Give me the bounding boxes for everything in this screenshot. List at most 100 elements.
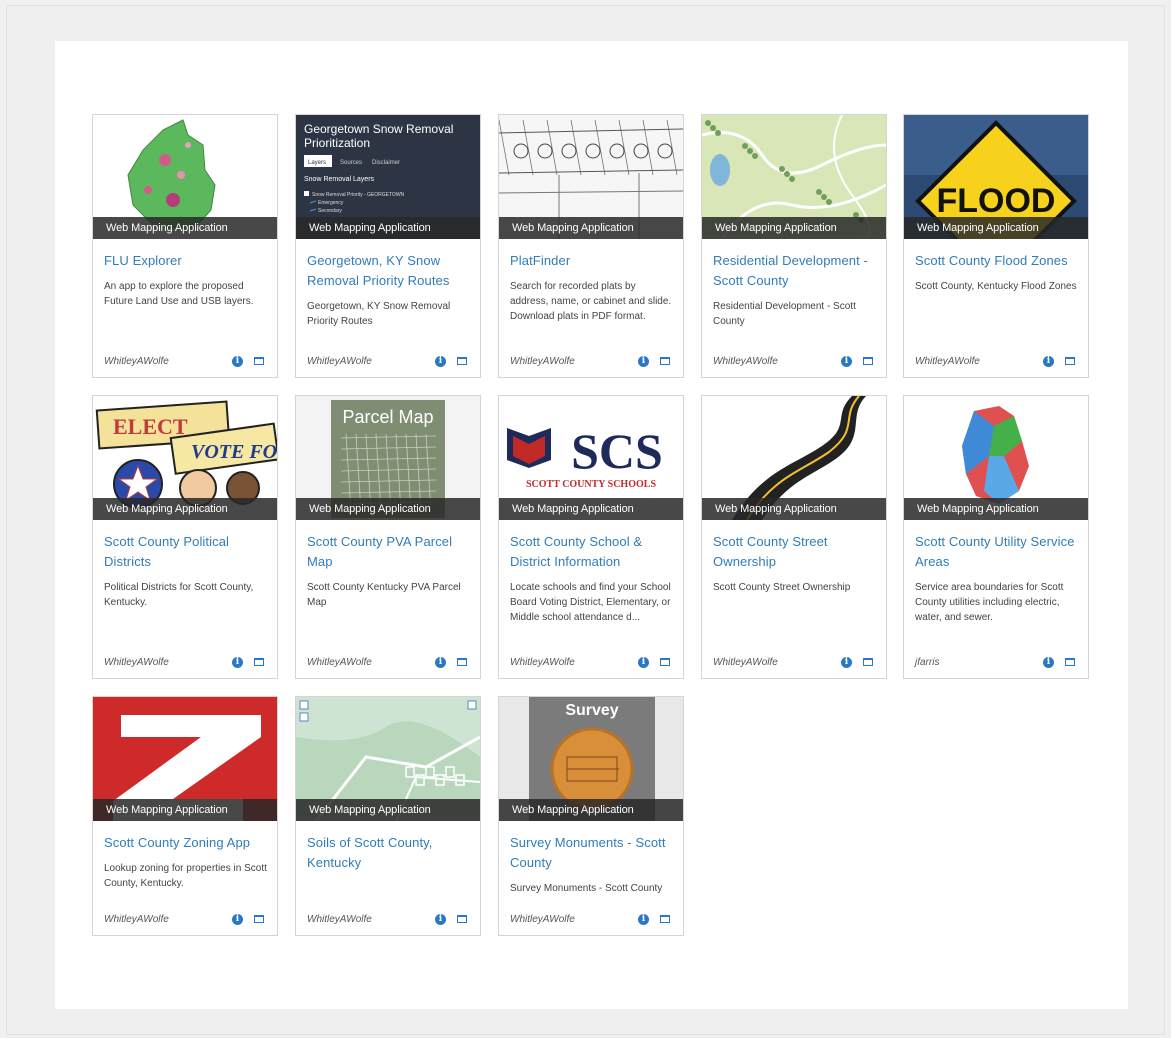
card-title-link[interactable]: Soils of Scott County, Kentucky (307, 833, 470, 873)
owner-name[interactable]: WhitleyAWolfe (307, 657, 372, 669)
card-thumbnail[interactable]: Web Mapping Application (93, 115, 277, 239)
card-thumbnail[interactable]: Georgetown Snow Removal Prioritization L… (296, 115, 480, 239)
card-title-link[interactable]: PlatFinder (510, 251, 673, 271)
card-footer: WhitleyAWolfe i (307, 914, 470, 926)
info-icon[interactable]: i (232, 914, 243, 925)
gallery-card[interactable]: Web Mapping Application Scott County Zon… (92, 696, 278, 936)
item-type-label: Web Mapping Application (904, 217, 1088, 239)
card-title-link[interactable]: Scott County Utility Service Areas (915, 532, 1078, 572)
owner-name[interactable]: WhitleyAWolfe (307, 914, 372, 926)
card-thumbnail[interactable]: FLOOD Web Mapping Application (904, 115, 1088, 239)
info-icon[interactable]: i (435, 657, 446, 668)
gallery-card[interactable]: Survey Web Mapping Application Survey Mo… (498, 696, 684, 936)
info-icon[interactable]: i (435, 356, 446, 367)
card-title-link[interactable]: Scott County Flood Zones (915, 251, 1078, 271)
card-title-link[interactable]: Survey Monuments - Scott County (510, 833, 673, 873)
open-app-icon[interactable] (254, 658, 264, 666)
owner-name[interactable]: WhitleyAWolfe (510, 914, 575, 926)
owner-name[interactable]: WhitleyAWolfe (510, 657, 575, 669)
owner-name[interactable]: WhitleyAWolfe (915, 356, 980, 368)
open-app-icon[interactable] (863, 357, 873, 365)
info-icon[interactable]: i (841, 356, 852, 367)
card-thumbnail[interactable]: ELECT VOTE FO Web Mapping Application (93, 396, 277, 520)
item-type-label: Web Mapping Application (296, 498, 480, 520)
info-icon[interactable]: i (232, 657, 243, 668)
open-app-icon[interactable] (1065, 357, 1075, 365)
card-footer: WhitleyAWolfe i (713, 356, 876, 368)
owner-name[interactable]: jfarris (915, 657, 939, 669)
owner-name[interactable]: WhitleyAWolfe (307, 356, 372, 368)
item-type-label: Web Mapping Application (499, 498, 683, 520)
card-title-link[interactable]: Scott County School & District Informati… (510, 532, 673, 572)
gallery-card[interactable]: Web Mapping Application FLU Explorer An … (92, 114, 278, 378)
owner-name[interactable]: WhitleyAWolfe (104, 914, 169, 926)
owner-name[interactable]: WhitleyAWolfe (510, 356, 575, 368)
item-type-label: Web Mapping Application (296, 799, 480, 821)
info-icon[interactable]: i (1043, 356, 1054, 367)
item-type-label: Web Mapping Application (93, 217, 277, 239)
item-type-label: Web Mapping Application (93, 799, 277, 821)
gallery-card[interactable]: Web Mapping Application Soils of Scott C… (295, 696, 481, 936)
card-description: Scott County Kentucky PVA Parcel Map (307, 582, 461, 608)
item-type-label: Web Mapping Application (499, 217, 683, 239)
card-description: Political Districts for Scott County, Ke… (104, 582, 254, 608)
info-icon[interactable]: i (638, 914, 649, 925)
gallery-card[interactable]: SCS SCOTT COUNTY SCHOOLS Web Mapping App… (498, 395, 684, 679)
item-type-label: Web Mapping Application (904, 498, 1088, 520)
card-thumbnail[interactable]: Web Mapping Application (702, 396, 886, 520)
gallery-card[interactable]: Web Mapping Application PlatFinder Searc… (498, 114, 684, 378)
card-footer: WhitleyAWolfe i (104, 914, 267, 926)
info-icon[interactable]: i (1043, 657, 1054, 668)
card-description: Search for recorded plats by address, na… (510, 281, 672, 322)
card-thumbnail[interactable]: Web Mapping Application (93, 697, 277, 821)
info-icon[interactable]: i (435, 914, 446, 925)
info-icon[interactable]: i (232, 356, 243, 367)
card-thumbnail[interactable]: Web Mapping Application (499, 115, 683, 239)
info-icon[interactable]: i (638, 356, 649, 367)
card-footer: WhitleyAWolfe i (915, 356, 1078, 368)
card-title-link[interactable]: FLU Explorer (104, 251, 267, 271)
open-app-icon[interactable] (660, 357, 670, 365)
gallery-card[interactable]: Georgetown Snow Removal Prioritization L… (295, 114, 481, 378)
open-app-icon[interactable] (1065, 658, 1075, 666)
owner-name[interactable]: WhitleyAWolfe (713, 356, 778, 368)
svg-text:ELECT: ELECT (113, 414, 188, 439)
card-footer: WhitleyAWolfe i (713, 657, 876, 669)
owner-name[interactable]: WhitleyAWolfe (104, 657, 169, 669)
info-icon[interactable]: i (638, 657, 649, 668)
gallery-card[interactable]: FLOOD Web Mapping Application Scott Coun… (903, 114, 1089, 378)
open-app-icon[interactable] (660, 915, 670, 923)
open-app-icon[interactable] (863, 658, 873, 666)
info-icon[interactable]: i (841, 657, 852, 668)
open-app-icon[interactable] (457, 357, 467, 365)
svg-text:Layers: Layers (308, 160, 326, 166)
open-app-icon[interactable] (254, 915, 264, 923)
open-app-icon[interactable] (457, 658, 467, 666)
gallery-card[interactable]: Web Mapping Application Scott County Str… (701, 395, 887, 679)
card-thumbnail[interactable]: Web Mapping Application (904, 396, 1088, 520)
card-title-link[interactable]: Residential Development - Scott County (713, 251, 876, 291)
card-title-link[interactable]: Scott County Zoning App (104, 833, 267, 853)
card-thumbnail[interactable]: Web Mapping Application (702, 115, 886, 239)
card-thumbnail[interactable]: Web Mapping Application (296, 697, 480, 821)
gallery-card[interactable]: Web Mapping Application Residential Deve… (701, 114, 887, 378)
card-title-link[interactable]: Scott County PVA Parcel Map (307, 532, 470, 572)
open-app-icon[interactable] (457, 915, 467, 923)
gallery-card[interactable]: Web Mapping Application Scott County Uti… (903, 395, 1089, 679)
card-thumbnail[interactable]: Survey Web Mapping Application (499, 697, 683, 821)
open-app-icon[interactable] (254, 357, 264, 365)
card-title-link[interactable]: Scott County Political Districts (104, 532, 267, 572)
svg-text:Snow Removal Layers: Snow Removal Layers (304, 176, 375, 183)
card-footer: WhitleyAWolfe i (307, 657, 470, 669)
card-description: Survey Monuments - Scott County (510, 883, 663, 894)
card-title-link[interactable]: Scott County Street Ownership (713, 532, 876, 572)
open-app-icon[interactable] (660, 658, 670, 666)
gallery-card[interactable]: Parcel Map Web Mapping Application Scott… (295, 395, 481, 679)
card-description: An app to explore the proposed Future La… (104, 281, 254, 307)
owner-name[interactable]: WhitleyAWolfe (104, 356, 169, 368)
gallery-card[interactable]: ELECT VOTE FO Web Mapping Application Sc… (92, 395, 278, 679)
card-thumbnail[interactable]: SCS SCOTT COUNTY SCHOOLS Web Mapping App… (499, 396, 683, 520)
card-title-link[interactable]: Georgetown, KY Snow Removal Priority Rou… (307, 251, 470, 291)
card-thumbnail[interactable]: Parcel Map Web Mapping Application (296, 396, 480, 520)
owner-name[interactable]: WhitleyAWolfe (713, 657, 778, 669)
